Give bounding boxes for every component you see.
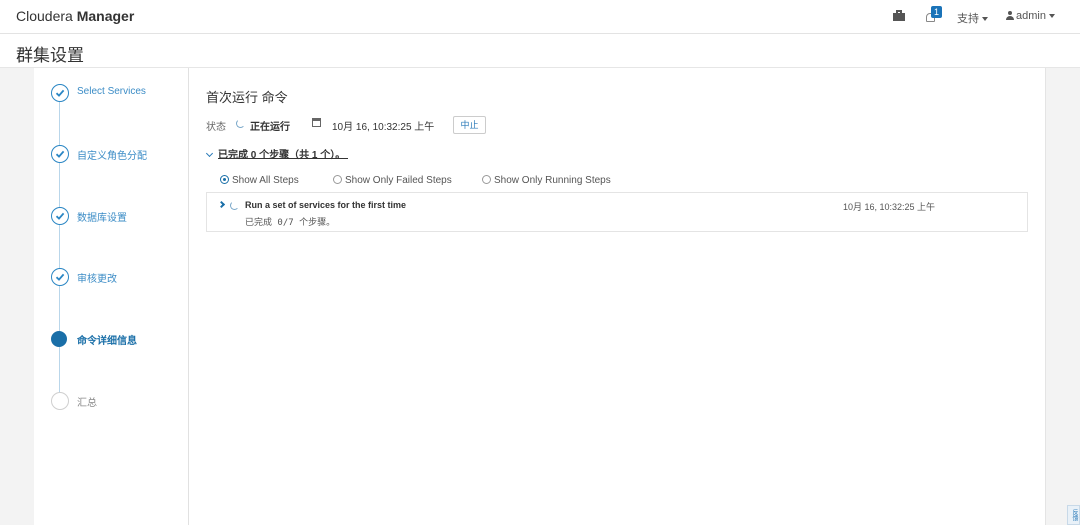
filter-all-steps[interactable]: Show All Steps (220, 175, 299, 189)
summary-underline (218, 158, 348, 159)
brand-light: Cloudera (16, 8, 77, 24)
radio-icon (333, 175, 342, 184)
check-icon (51, 145, 69, 163)
top-navbar: Cloudera Manager 1 支持 admin (0, 0, 1080, 34)
wizard-step-label: 汇总 (77, 398, 97, 409)
page-header: 群集设置 (0, 34, 1080, 68)
progress-summary-text: 已完成 0 个步骤（共 1 个）。 (218, 150, 346, 161)
user-label: admin (1016, 10, 1046, 22)
filter-failed-steps[interactable]: Show Only Failed Steps (333, 175, 452, 189)
chevron-down-icon (205, 149, 214, 158)
chevron-down-icon (982, 17, 988, 22)
support-label: 支持 (957, 13, 979, 25)
check-icon (51, 207, 69, 225)
pending-step-icon (51, 392, 69, 410)
wizard-step-label: 命令详细信息 (77, 336, 137, 347)
wizard-step-label: 审核更改 (77, 274, 117, 285)
step-progress: 已完成 0/7 个步骤。 (245, 218, 336, 228)
chevron-down-icon (1048, 14, 1055, 19)
check-icon (51, 84, 69, 102)
spinner-icon (230, 201, 239, 210)
calendar-icon (312, 118, 321, 127)
radio-checked-icon (220, 175, 229, 184)
filter-label: Show Only Running Steps (494, 175, 611, 186)
status-value: 正在运行 (250, 122, 290, 133)
brand-logo[interactable]: Cloudera Manager (16, 8, 134, 24)
parcel-icon[interactable] (893, 10, 905, 21)
start-time: 10月 16, 10:32:25 上午 (332, 122, 435, 133)
user-icon (1006, 11, 1014, 20)
user-menu[interactable]: admin (1006, 10, 1055, 22)
step-time: 10月 16, 10:32:25 上午 (843, 202, 936, 212)
filter-running-steps[interactable]: Show Only Running Steps (482, 175, 611, 189)
notification-badge: 1 (931, 6, 942, 18)
command-title: 首次运行 命令 (206, 90, 288, 105)
radio-icon (482, 175, 491, 184)
status-label: 状态 (206, 122, 226, 133)
spinner-icon (236, 119, 245, 128)
brand-bold: Manager (76, 8, 135, 24)
wizard-step-label: 数据库设置 (77, 213, 127, 224)
wizard-step-label: Select Services (77, 86, 146, 97)
feedback-tab[interactable]: 反馈 (1067, 505, 1080, 525)
filter-label: Show All Steps (232, 175, 299, 186)
chevron-right-icon[interactable] (217, 200, 226, 209)
notification-button[interactable]: 1 (924, 6, 944, 24)
active-step-icon (51, 331, 67, 347)
check-icon (51, 268, 69, 286)
wizard-step-label: 自定义角色分配 (77, 151, 147, 162)
status-row: 状态 正在运行 10月 16, 10:32:25 上午 (206, 116, 606, 134)
support-menu[interactable]: 支持 (957, 10, 988, 26)
wizard-sidebar (34, 68, 189, 525)
step-name[interactable]: Run a set of services for the first time (245, 200, 406, 210)
filter-label: Show Only Failed Steps (345, 175, 452, 186)
step-list-item: Run a set of services for the first time… (206, 192, 1028, 232)
abort-button[interactable]: 中止 (453, 116, 486, 134)
page-title: 群集设置 (16, 46, 84, 65)
